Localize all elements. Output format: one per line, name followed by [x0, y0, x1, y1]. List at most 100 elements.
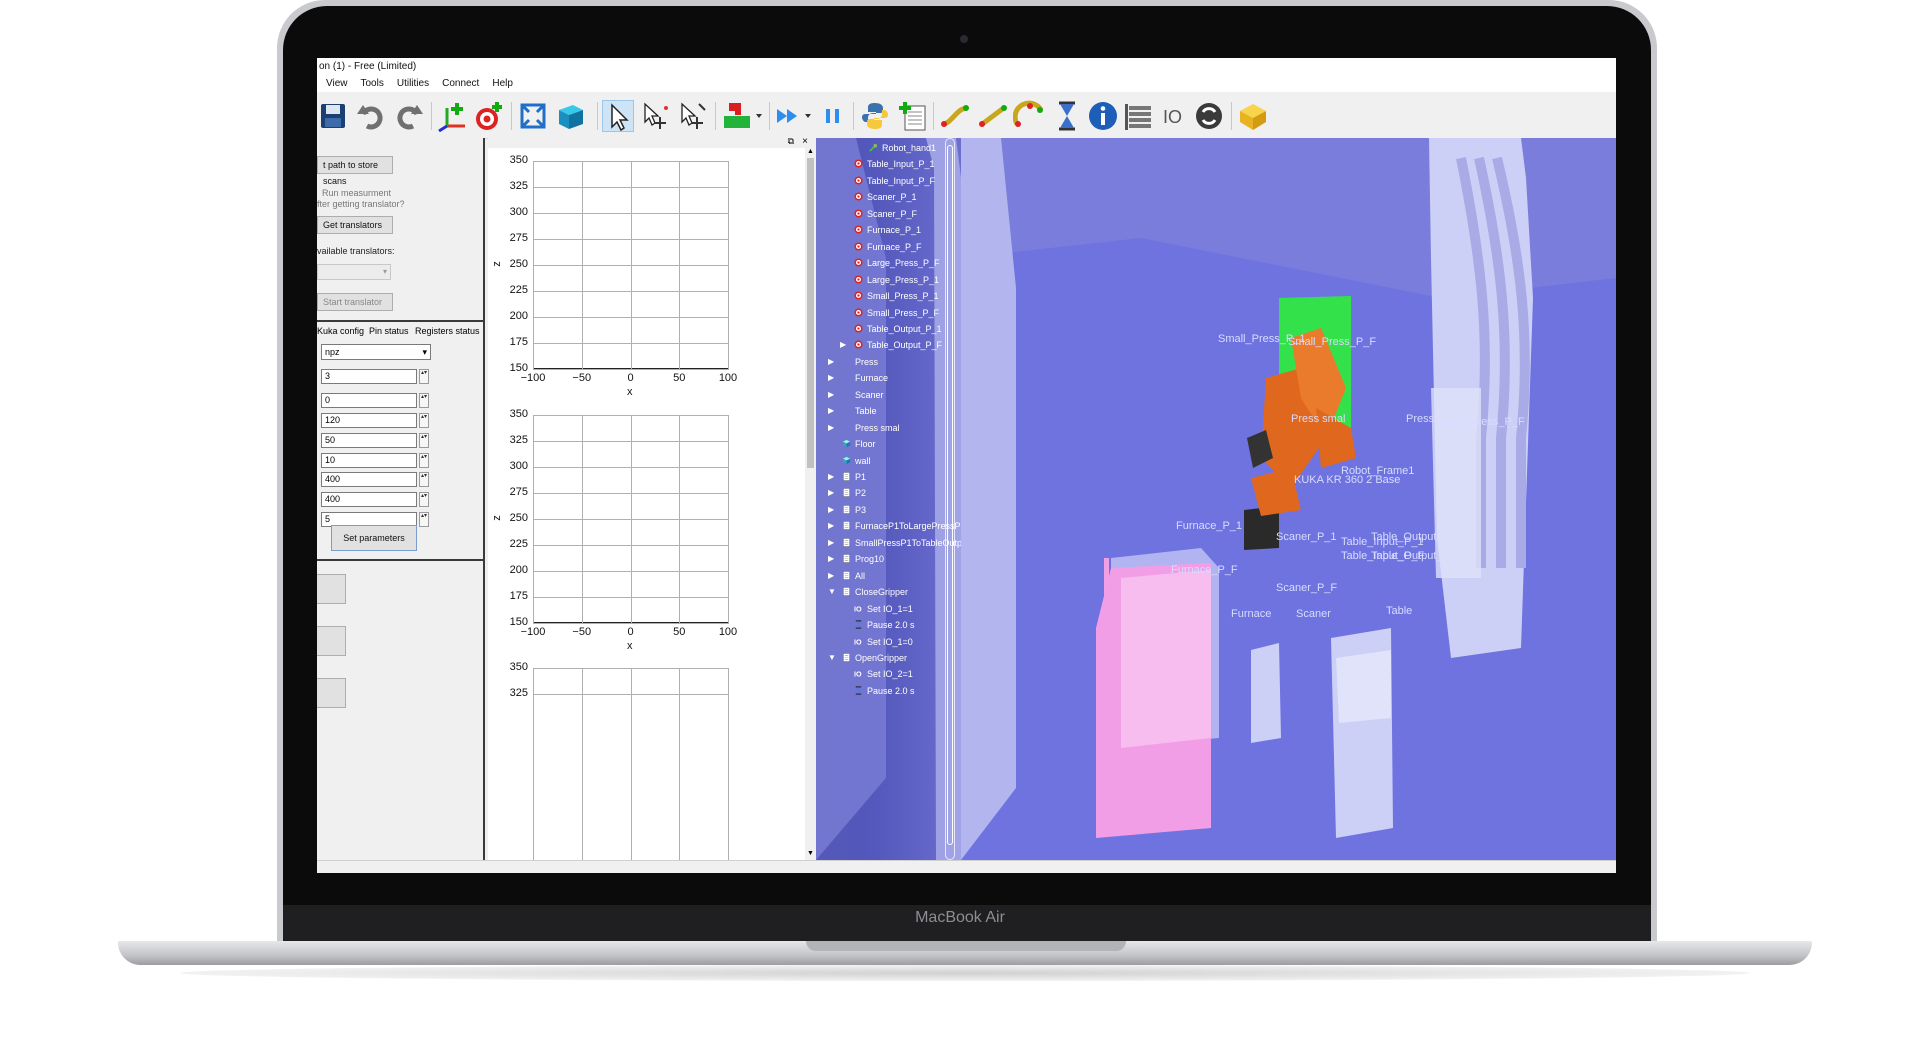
add-frame-icon[interactable] [437, 100, 469, 133]
parameter-input[interactable]: 400 [321, 472, 417, 487]
set-parameters-button[interactable]: Set parameters [331, 525, 417, 551]
tree-item[interactable]: Small_Press_P_F [854, 308, 939, 318]
tree-item[interactable]: Large_Press_P_F [854, 258, 940, 268]
move-joint-icon[interactable] [939, 100, 971, 132]
tree-item[interactable]: ▶ All [828, 571, 865, 581]
tree-scroll-thumb[interactable] [947, 145, 953, 845]
tab-registers-status[interactable]: Registers status [415, 324, 480, 339]
expand-icon[interactable]: ▶ [828, 554, 834, 563]
spin-arrows-icon[interactable]: ▴▾ [419, 369, 429, 384]
menu-tools[interactable]: Tools [361, 76, 384, 92]
action-button-3[interactable] [317, 678, 346, 708]
collapse-icon[interactable]: ▼ [828, 587, 836, 596]
tree-item[interactable]: Small_Press_P_1 [854, 291, 939, 301]
tree-item[interactable]: ▶ Table_Output_P_F [840, 340, 942, 350]
scroll-up-icon[interactable]: ▲ [807, 148, 814, 155]
run-icon[interactable] [773, 100, 817, 132]
spin-arrows-icon[interactable]: ▴▾ [419, 512, 429, 527]
translators-select[interactable]: ▾ [317, 264, 391, 280]
tree-item[interactable]: ▶ P2 [828, 488, 866, 498]
pause-timer-icon[interactable] [1051, 100, 1083, 132]
expand-icon[interactable]: ▶ [828, 357, 834, 366]
io-icon[interactable]: IO [1159, 100, 1191, 132]
3d-viewport[interactable]: Small_Press_P_1 Small_Press_P_F Press smal… [961, 138, 1616, 860]
tree-item[interactable]: ▶ FurnaceP1ToLargePressP1 [828, 521, 961, 531]
action-button-1[interactable] [317, 574, 346, 604]
spin-arrows-icon[interactable]: ▴▾ [419, 472, 429, 487]
tree-item[interactable]: ▶ P3 [828, 505, 866, 515]
add-target-icon[interactable] [473, 100, 505, 132]
move-circular-icon[interactable] [1012, 100, 1045, 132]
tree-item[interactable]: Scaner_P_1 [854, 192, 917, 202]
spin-arrows-icon[interactable]: ▴▾ [419, 393, 429, 408]
parameter-input[interactable]: 400 [321, 492, 417, 507]
undo-icon[interactable] [355, 100, 387, 132]
tree-item[interactable]: ▶ Press [828, 357, 878, 367]
collapse-icon[interactable]: ▼ [828, 653, 836, 662]
spin-arrows-icon[interactable]: ▴▾ [419, 413, 429, 428]
scroll-down-icon[interactable]: ▼ [807, 850, 814, 857]
expand-icon[interactable]: ▶ [828, 505, 834, 514]
expand-icon[interactable]: ▶ [828, 472, 834, 481]
spin-arrows-icon[interactable]: ▴▾ [419, 433, 429, 448]
save-icon[interactable] [317, 100, 349, 132]
expand-icon[interactable]: ▶ [828, 406, 834, 415]
tree-item[interactable]: IO Set IO_2=1 [854, 669, 913, 679]
tree-item[interactable]: Table_Output_P_1 [854, 324, 942, 334]
tree-item[interactable]: wall [842, 456, 871, 466]
tree-item[interactable]: Table_Input_P_F [854, 176, 935, 186]
tab-kuka-config[interactable]: Kuka config [317, 324, 364, 339]
tree-item[interactable]: ▶ Press smal [828, 423, 900, 433]
spin-arrows-icon[interactable]: ▴▾ [419, 492, 429, 507]
parameter-input[interactable]: 0 [321, 393, 417, 408]
package-icon[interactable] [1237, 100, 1269, 132]
add-program-icon[interactable] [897, 100, 929, 132]
select-icon[interactable] [602, 100, 634, 132]
redo-icon[interactable] [393, 100, 425, 132]
tree-item[interactable]: ▼ CloseGripper [828, 587, 908, 597]
tree-item[interactable]: ▶ P1 [828, 472, 866, 482]
tree-item[interactable]: ▶ Furnace [828, 373, 888, 383]
move-linear-icon[interactable] [977, 100, 1009, 132]
parameter-input[interactable]: 3 [321, 369, 417, 384]
expand-icon[interactable]: ▶ [828, 538, 834, 547]
expand-icon[interactable]: ▶ [828, 571, 834, 580]
parameter-input[interactable]: 10 [321, 453, 417, 468]
loop-icon[interactable] [1193, 100, 1225, 132]
tree-item[interactable]: Pause 2.0 s [854, 620, 915, 630]
python-icon[interactable] [859, 100, 891, 132]
tree-item[interactable]: Furnace_P_F [854, 242, 922, 252]
close-icon[interactable]: × [802, 136, 808, 147]
tree-item[interactable]: Scaner_P_F [854, 209, 917, 219]
tree-item[interactable]: Robot_hand1 [869, 143, 936, 153]
tree-item[interactable]: ▶ Prog10 [828, 554, 884, 564]
pause-icon[interactable] [817, 100, 849, 132]
menu-utilities[interactable]: Utilities [397, 76, 429, 92]
get-translators-button[interactable]: Get translators [317, 216, 393, 234]
scroll-thumb[interactable] [807, 158, 814, 468]
tree-item[interactable]: Large_Press_P_1 [854, 275, 939, 285]
fit-all-icon[interactable] [517, 100, 549, 132]
store-scans-path-button[interactable]: t path to store scans [317, 156, 393, 186]
expand-icon[interactable]: ▶ [828, 521, 834, 530]
menu-connect[interactable]: Connect [442, 76, 479, 92]
format-select[interactable]: npz ▾ [321, 344, 431, 360]
tree-item[interactable]: ▶ Scaner [828, 390, 884, 400]
float-icon[interactable]: ⧉ [788, 136, 794, 147]
tree-item[interactable]: ▼ OpenGripper [828, 653, 907, 663]
tree-scrollbar[interactable] [945, 138, 955, 860]
move-frame-icon[interactable] [640, 100, 672, 132]
move-reference-icon[interactable] [677, 100, 709, 132]
tree-item[interactable]: Floor [842, 439, 876, 449]
expand-icon[interactable]: ▶ [828, 373, 834, 382]
expand-icon[interactable]: ▶ [840, 340, 846, 349]
plot-scrollbar[interactable]: ▲ ▼ [805, 148, 816, 860]
parameter-input[interactable]: 120 [321, 413, 417, 428]
menu-help[interactable]: Help [492, 76, 513, 92]
tab-pin-status[interactable]: Pin status [369, 324, 409, 339]
info-icon[interactable] [1087, 100, 1119, 132]
expand-icon[interactable]: ▶ [828, 488, 834, 497]
tree-item[interactable]: IO Set IO_1=0 [854, 637, 913, 647]
tree-item[interactable]: ▶SmallPressP1ToTableOutputP1 [828, 538, 961, 548]
menu-view[interactable]: View [326, 76, 348, 92]
